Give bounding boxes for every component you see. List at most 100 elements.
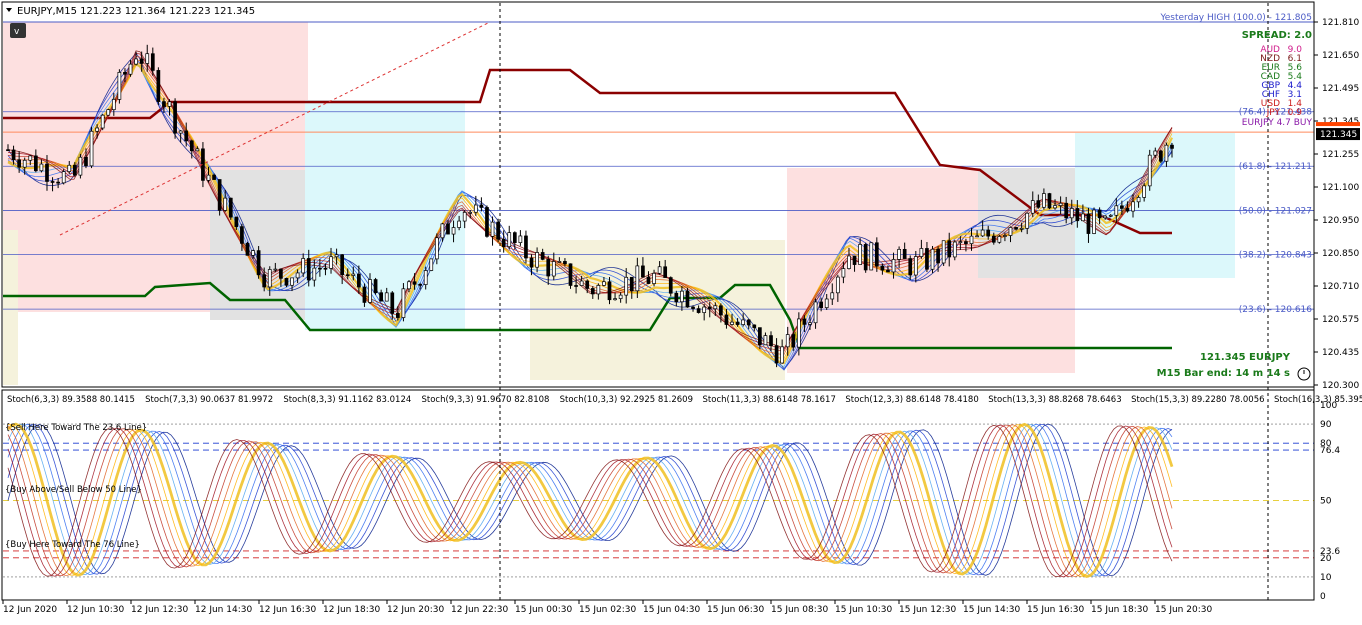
chart-canvas[interactable]: (76.4) - 121.438(61.8) - 121.211(50.0) -… bbox=[0, 0, 1362, 621]
candle-body bbox=[84, 156, 88, 167]
time-tick-label: 12 Jun 10:30 bbox=[67, 605, 124, 615]
candle-body bbox=[351, 273, 356, 276]
candle-body bbox=[329, 256, 333, 269]
candle-body bbox=[730, 321, 734, 325]
time-tick-label: 12 Jun 12:30 bbox=[131, 605, 188, 615]
candle-body bbox=[123, 72, 127, 75]
time-tick-label: 12 Jun 14:30 bbox=[195, 605, 252, 615]
candle-body bbox=[195, 148, 200, 152]
candle-body bbox=[551, 261, 556, 277]
stoch-tick-label: 76.4 bbox=[1320, 446, 1340, 456]
candle-body bbox=[340, 254, 345, 276]
candle-body bbox=[412, 281, 417, 285]
mt4-chart-window[interactable]: (76.4) - 121.438 (61.8) - 121.211 (50.0) -… bbox=[0, 0, 1362, 621]
candle-body bbox=[95, 127, 99, 132]
candle-body bbox=[1086, 213, 1091, 234]
candle-body bbox=[1153, 150, 1158, 156]
time-tick-label: 15 Jun 08:30 bbox=[771, 605, 828, 615]
candle-body bbox=[1019, 227, 1024, 230]
candle-body bbox=[913, 256, 918, 276]
candle-body bbox=[440, 223, 445, 239]
candle-body bbox=[468, 211, 473, 214]
candle-body bbox=[568, 263, 573, 286]
candle-body bbox=[930, 248, 935, 270]
candle-body bbox=[813, 301, 818, 324]
candle-body bbox=[1042, 193, 1046, 208]
candle-body bbox=[991, 235, 996, 243]
candle-body bbox=[1097, 209, 1102, 219]
candle-body bbox=[262, 274, 267, 288]
stoch-note: {Buy Above/Sell Below 50 Line} bbox=[5, 485, 142, 495]
candle-body bbox=[891, 259, 896, 273]
time-tick-label: 12 Jun 18:30 bbox=[323, 605, 380, 615]
fib-label: (50.0) - 121.027 bbox=[1239, 206, 1312, 216]
candle-body bbox=[574, 285, 578, 287]
time-tick-label: 15 Jun 04:30 bbox=[643, 605, 700, 615]
candle-body bbox=[713, 305, 718, 310]
candle-body bbox=[33, 155, 38, 172]
candle-body bbox=[1008, 227, 1013, 236]
candle-body bbox=[969, 235, 974, 244]
price-tick-label: 121.495 bbox=[1322, 84, 1359, 94]
candle-body bbox=[691, 306, 695, 309]
candle-body bbox=[668, 277, 673, 294]
candle-body bbox=[902, 248, 907, 259]
candle-body bbox=[1125, 208, 1130, 212]
candle-body bbox=[746, 319, 751, 326]
candle-body bbox=[780, 346, 784, 364]
candle-body bbox=[167, 101, 172, 107]
candle-body bbox=[251, 250, 255, 256]
candle-body bbox=[22, 159, 27, 168]
candle-body bbox=[100, 114, 105, 129]
menu-button-label: v bbox=[14, 27, 20, 37]
stoch-tick-label: 0 bbox=[1320, 592, 1326, 602]
candle-body bbox=[802, 318, 807, 325]
time-tick-label: 15 Jun 16:30 bbox=[1027, 605, 1084, 615]
candle-body bbox=[596, 285, 601, 295]
candle-body bbox=[17, 159, 21, 168]
candle-body bbox=[646, 276, 651, 284]
time-tick-label: 15 Jun 12:30 bbox=[899, 605, 956, 615]
price-tick-label: 121.100 bbox=[1322, 183, 1359, 193]
candle-body bbox=[652, 272, 656, 284]
candle-body bbox=[357, 273, 361, 288]
candle-body bbox=[67, 164, 72, 172]
candle-body bbox=[173, 101, 177, 134]
candle-body bbox=[89, 130, 94, 167]
candle-body bbox=[379, 292, 383, 302]
candle-body bbox=[629, 276, 634, 292]
candle-body bbox=[975, 235, 979, 238]
candle-body bbox=[39, 163, 44, 172]
candle-body bbox=[908, 258, 913, 276]
candle-body bbox=[546, 259, 551, 277]
candle-body bbox=[696, 308, 701, 313]
stoch-header-item: Stoch(7,3,3) 90.0637 81.9972 bbox=[145, 395, 273, 405]
candle-body bbox=[1047, 193, 1052, 209]
candle-body bbox=[267, 269, 272, 288]
candle-body bbox=[323, 267, 328, 270]
candle-body bbox=[312, 267, 317, 281]
candle-body bbox=[273, 268, 278, 271]
candle-body bbox=[707, 306, 712, 310]
candle-body bbox=[1075, 208, 1080, 222]
candle-body bbox=[997, 236, 1002, 243]
candle-body bbox=[585, 280, 590, 289]
candle-body bbox=[1069, 208, 1074, 219]
candle-body bbox=[61, 171, 66, 184]
candle-body bbox=[245, 243, 250, 256]
candle-body bbox=[752, 324, 757, 328]
zone-rect bbox=[530, 240, 785, 380]
candle-body bbox=[674, 292, 679, 303]
candle-body bbox=[1142, 185, 1147, 198]
candle-body bbox=[189, 140, 194, 152]
fib-label: (61.8) - 121.211 bbox=[1239, 162, 1312, 172]
candle-body bbox=[1103, 215, 1108, 219]
stoch-tick-label: 90 bbox=[1320, 420, 1332, 430]
candle-body bbox=[78, 156, 83, 176]
candle-body bbox=[1170, 144, 1174, 149]
candle-body bbox=[657, 266, 662, 274]
candle-body bbox=[50, 181, 55, 183]
candle-body bbox=[139, 58, 144, 64]
stoch-note: {Sell Here Toward The 23.6 Line} bbox=[5, 423, 147, 433]
candle-body bbox=[819, 301, 823, 308]
